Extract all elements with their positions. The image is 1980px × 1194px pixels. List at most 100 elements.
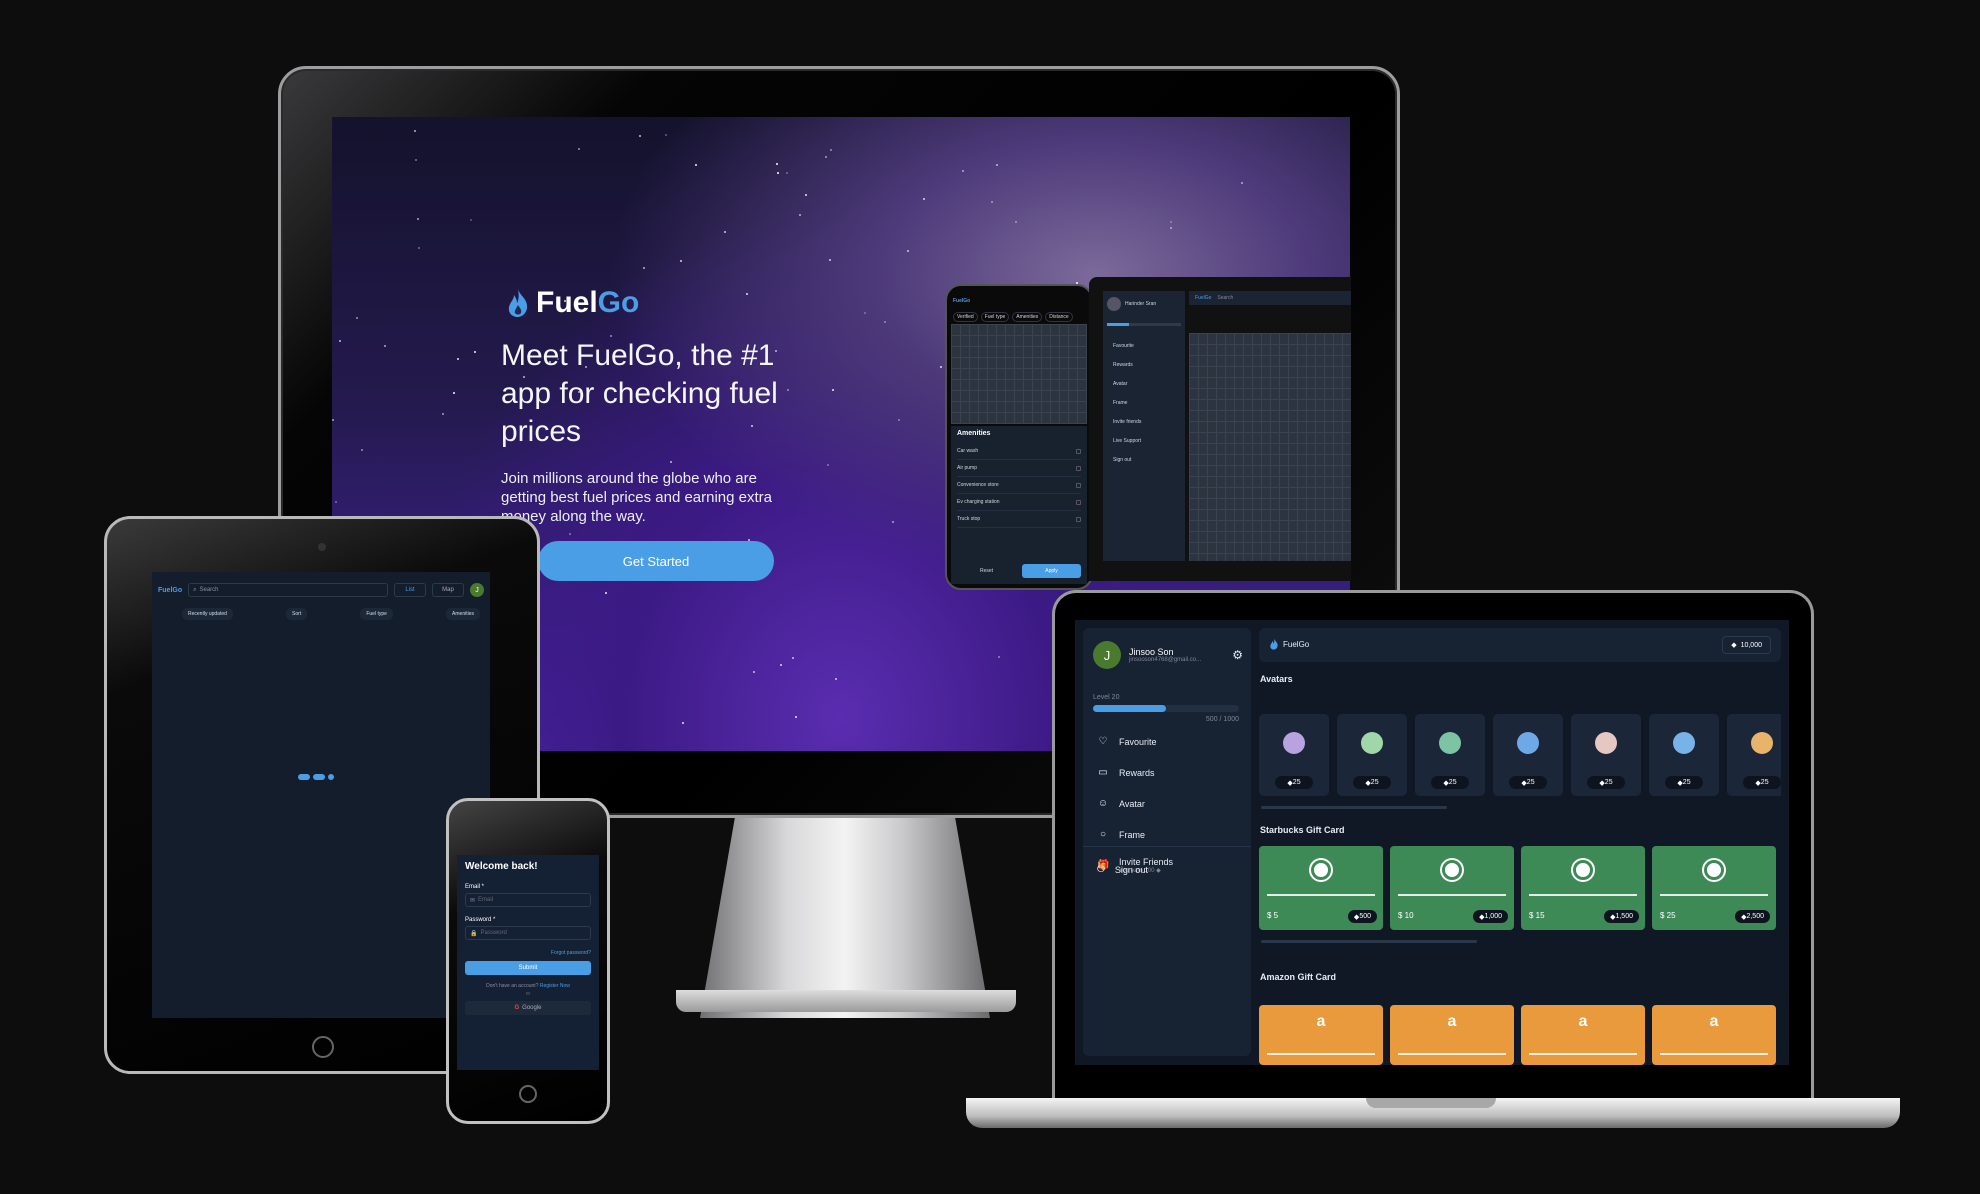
ipad-filter-chip[interactable]: Amenities bbox=[446, 608, 480, 620]
mini-menu-item[interactable]: Invite friends bbox=[1103, 412, 1185, 431]
star bbox=[996, 164, 998, 166]
checkbox[interactable] bbox=[1076, 482, 1081, 488]
avatar-card[interactable]: ◆ 25 bbox=[1337, 714, 1407, 796]
mini-menu-item[interactable]: Frame bbox=[1103, 393, 1185, 412]
card-divider bbox=[1529, 1053, 1637, 1055]
mini-phone-map[interactable] bbox=[951, 324, 1087, 424]
avatars-title: Avatars bbox=[1260, 674, 1293, 684]
mini-menu-item[interactable]: Favourite bbox=[1103, 336, 1185, 355]
sidebar-item-favourite[interactable]: ♡ Favourite bbox=[1083, 726, 1251, 757]
star bbox=[665, 134, 667, 136]
checkbox[interactable] bbox=[1076, 465, 1081, 471]
amazon-card[interactable]: a bbox=[1521, 1005, 1645, 1065]
mini-phone-header: FuelGo bbox=[953, 296, 1085, 306]
amazon-logo-icon: a bbox=[1578, 1013, 1588, 1030]
avatar-card[interactable]: ◆ 25 bbox=[1727, 714, 1781, 796]
card-divider bbox=[1398, 1053, 1506, 1055]
apply-button[interactable]: Apply bbox=[1022, 564, 1081, 578]
price-pill: ◆ 25 bbox=[1743, 776, 1781, 789]
star bbox=[332, 419, 334, 421]
card-divider bbox=[1267, 1053, 1375, 1055]
star bbox=[799, 214, 801, 216]
sign-out-label: Sign out bbox=[1114, 864, 1148, 875]
star bbox=[578, 148, 580, 150]
checkbox[interactable] bbox=[1076, 516, 1081, 522]
checkbox[interactable] bbox=[1076, 499, 1081, 505]
mini-laptop-map[interactable] bbox=[1189, 333, 1351, 561]
reset-button[interactable]: Reset bbox=[957, 564, 1016, 578]
ipad-filter-chip[interactable]: Sort bbox=[286, 608, 308, 620]
amenity-row[interactable]: Air pump bbox=[957, 460, 1081, 477]
or-divider: or bbox=[525, 991, 531, 997]
starbucks-card[interactable]: $ 25 ◆ 2,500 bbox=[1652, 846, 1776, 930]
amazon-card[interactable]: a bbox=[1390, 1005, 1514, 1065]
hero-title: Meet FuelGo, the #1 app for checking fue… bbox=[501, 339, 778, 448]
amenity-row[interactable]: Convenience store bbox=[957, 477, 1081, 494]
avatar-card[interactable]: ◆ 25 bbox=[1493, 714, 1563, 796]
gear-icon[interactable]: ⚙ bbox=[1232, 648, 1243, 662]
starbucks-card[interactable]: $ 5 ◆ 500 bbox=[1259, 846, 1383, 930]
card-amount: $ 15 bbox=[1529, 911, 1545, 920]
ipad-search-input[interactable]: ⌕ Search bbox=[188, 583, 388, 597]
star bbox=[453, 392, 455, 394]
sign-out-button[interactable]: ⏻ Sign out bbox=[1083, 854, 1251, 885]
password-field[interactable]: 🔒 Password bbox=[465, 926, 591, 940]
rewards-sidebar: J Jinsoo Son jinsooson4768@gmail.co... ⚙… bbox=[1083, 628, 1251, 1056]
mini-filter-chip[interactable]: Distance bbox=[1045, 312, 1073, 322]
mini-menu-item[interactable]: Sign out bbox=[1103, 450, 1185, 469]
star bbox=[907, 250, 909, 252]
card-divider bbox=[1660, 894, 1768, 896]
mini-laptop-search[interactable]: Search bbox=[1217, 295, 1233, 301]
balance-badge[interactable]: ◆ 10,000 bbox=[1722, 636, 1771, 654]
get-started-button[interactable]: Get Started bbox=[538, 541, 774, 581]
submit-button[interactable]: Submit bbox=[465, 961, 591, 975]
register-link[interactable]: Register Now bbox=[540, 983, 570, 989]
mini-menu-item[interactable]: Avatar bbox=[1103, 374, 1185, 393]
avatar[interactable]: J bbox=[470, 583, 484, 597]
map-toggle[interactable]: Map bbox=[432, 583, 464, 597]
price-pill: ◆ 25 bbox=[1665, 776, 1703, 789]
ipad-home-button[interactable] bbox=[312, 1036, 334, 1058]
amenity-row[interactable]: Ev charging station bbox=[957, 494, 1081, 511]
avatar-card[interactable]: ◆ 25 bbox=[1571, 714, 1641, 796]
avatar-scrollbar[interactable] bbox=[1261, 806, 1447, 809]
google-signin-button[interactable]: G Google bbox=[465, 1001, 591, 1015]
brand-fuel: Fuel bbox=[536, 286, 598, 319]
amazon-card[interactable]: a bbox=[1259, 1005, 1383, 1065]
checkbox[interactable] bbox=[1076, 448, 1081, 454]
iphone-home-button[interactable] bbox=[519, 1085, 537, 1103]
diamond-icon: ◆ bbox=[1731, 642, 1737, 649]
amenity-row[interactable]: Car wash bbox=[957, 443, 1081, 460]
forgot-password-link[interactable]: Forgot password? bbox=[465, 950, 591, 956]
starbucks-scrollbar[interactable] bbox=[1261, 940, 1477, 943]
email-field[interactable]: ✉ Email bbox=[465, 893, 591, 907]
avatar-card[interactable]: ◆ 25 bbox=[1415, 714, 1485, 796]
amazon-card[interactable]: a bbox=[1652, 1005, 1776, 1065]
loading-indicator bbox=[298, 774, 334, 780]
sidebar-item-label: Avatar bbox=[1119, 798, 1145, 809]
mini-filter-chip[interactable]: Fuel type bbox=[980, 312, 1010, 322]
mini-filter-chip[interactable]: Verified bbox=[953, 312, 978, 322]
ipad-header: FuelGo ⌕ Search List Map J bbox=[158, 580, 484, 600]
star bbox=[1170, 221, 1172, 223]
sidebar-item-avatar[interactable]: ☺ Avatar bbox=[1083, 788, 1251, 819]
sidebar-item-rewards[interactable]: ▭ Rewards bbox=[1083, 757, 1251, 788]
user-card: J Jinsoo Son jinsooson4768@gmail.co... ⚙ bbox=[1083, 628, 1251, 682]
no-account-text: Don't have an account? bbox=[486, 983, 539, 989]
avatar[interactable]: J bbox=[1093, 641, 1121, 669]
amenity-row[interactable]: Truck stop bbox=[957, 511, 1081, 528]
mini-filter-chip[interactable]: Amenities bbox=[1012, 312, 1043, 322]
mini-menu-item[interactable]: Rewards bbox=[1103, 355, 1185, 374]
ipad-filter-chip[interactable]: Fuel type bbox=[360, 608, 393, 620]
starbucks-card[interactable]: $ 10 ◆ 1,000 bbox=[1390, 846, 1514, 930]
sidebar-item-label: Frame bbox=[1119, 829, 1146, 840]
list-toggle[interactable]: List bbox=[394, 583, 426, 597]
avatar-card[interactable]: ◆ 25 bbox=[1649, 714, 1719, 796]
mini-menu-item[interactable]: Live Support bbox=[1103, 431, 1185, 450]
avatar-card[interactable]: ◆ 25 bbox=[1259, 714, 1329, 796]
smiley-icon: ☺ bbox=[1097, 798, 1109, 809]
starbucks-card[interactable]: $ 15 ◆ 1,500 bbox=[1521, 846, 1645, 930]
avatar-price: 25 bbox=[1760, 779, 1769, 786]
avatar-image bbox=[1361, 732, 1383, 754]
ipad-filter-chip[interactable]: Recently updated bbox=[182, 608, 233, 620]
